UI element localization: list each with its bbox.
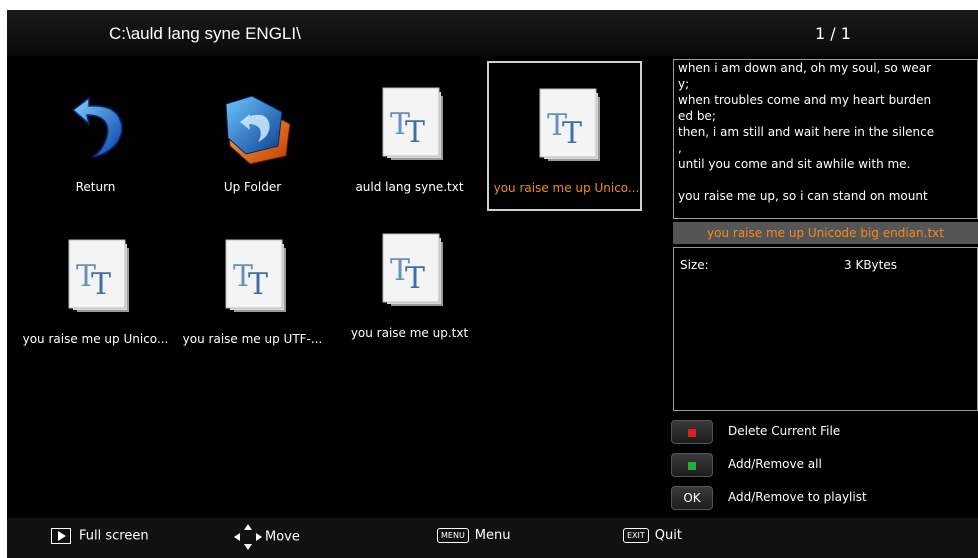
- file-label: you raise me up Unico...: [22, 332, 169, 346]
- size-label: Size:: [680, 258, 709, 272]
- preview-line: when troubles come and my heart burden: [678, 93, 932, 107]
- file-item-you-raise-me-up-unicode-selected[interactable]: T T you raise me up Unico...: [487, 61, 642, 211]
- svg-text:T: T: [405, 261, 425, 296]
- menu-hint[interactable]: MENU Menu: [437, 528, 511, 543]
- dpad-icon: [234, 524, 262, 550]
- move-hint: Move: [231, 522, 300, 552]
- preview-line: then, i am still and wait here in the si…: [678, 125, 935, 139]
- page-indicator: 1 / 1: [815, 24, 851, 43]
- folder-up-icon: [225, 95, 291, 165]
- action-label: Add/Remove to playlist: [728, 490, 867, 504]
- file-label: you raise me up.txt: [350, 326, 469, 340]
- svg-text:T: T: [562, 116, 582, 151]
- move-label: Move: [265, 529, 300, 545]
- red-key-button[interactable]: [671, 420, 713, 444]
- fullscreen-hint[interactable]: Full screen: [51, 528, 149, 544]
- add-remove-all-action[interactable]: Add/Remove all: [671, 451, 971, 479]
- red-dot-icon: [688, 429, 696, 437]
- add-remove-playlist-action[interactable]: OK Add/Remove to playlist: [671, 484, 971, 512]
- file-item-return[interactable]: Return: [18, 62, 173, 212]
- preview-line: you raise me up, so i can stand on mount: [678, 189, 928, 203]
- header-bar: C:\auld lang syne ENGLI\ 1 / 1: [7, 10, 978, 56]
- ok-key-button[interactable]: OK: [671, 486, 713, 510]
- play-icon: [51, 528, 71, 544]
- quit-hint[interactable]: EXIT Quit: [623, 528, 682, 543]
- svg-text:T: T: [405, 115, 425, 150]
- svg-text:T: T: [248, 267, 268, 302]
- file-label: you raise me up UTF-...: [182, 332, 323, 346]
- file-label: Up Folder: [223, 180, 282, 194]
- delete-current-file-action[interactable]: Delete Current File: [671, 418, 971, 446]
- file-item-up-folder[interactable]: Up Folder: [175, 62, 330, 212]
- exit-key-icon: EXIT: [623, 528, 649, 543]
- media-browser-screen: C:\auld lang syne ENGLI\ 1 / 1 Return Up…: [7, 10, 978, 558]
- selected-file-name: you raise me up Unicode big endian.txt: [673, 222, 978, 244]
- preview-line: [674, 172, 977, 188]
- current-path: C:\auld lang syne ENGLI\: [109, 24, 301, 43]
- file-label: you raise me up Unico...: [493, 181, 640, 195]
- text-file-icon: T T: [382, 87, 443, 160]
- file-item-you-raise-me-up-txt[interactable]: T T you raise me up.txt: [332, 208, 487, 358]
- svg-text:T: T: [91, 267, 111, 302]
- green-dot-icon: [688, 462, 696, 470]
- action-label: Delete Current File: [728, 424, 841, 438]
- preview-line: ed be;: [678, 109, 716, 123]
- return-arrow-icon: [71, 96, 123, 158]
- menu-key-icon: MENU: [437, 528, 469, 543]
- preview-line: when i am down and, oh my soul, so wear: [678, 61, 932, 75]
- size-value: 3 KBytes: [844, 258, 897, 272]
- quit-label: Quit: [654, 528, 682, 543]
- file-item-you-raise-me-up-unicode[interactable]: T T you raise me up Unico...: [18, 214, 173, 364]
- preview-line: until you come and sit awhile with me.: [678, 157, 911, 171]
- footer-bar: Full screen Move MENU Menu EXIT Quit: [7, 518, 978, 558]
- fullscreen-label: Full screen: [79, 528, 149, 544]
- action-label: Add/Remove all: [728, 457, 822, 471]
- green-key-button[interactable]: [671, 453, 713, 477]
- text-file-icon: T T: [225, 239, 286, 312]
- preview-line: ,: [678, 141, 682, 155]
- text-file-icon: T T: [539, 88, 600, 161]
- ok-key-label: OK: [683, 491, 701, 505]
- file-label: Return: [75, 180, 116, 194]
- text-preview-pane[interactable]: when i am down and, oh my soul, so wear …: [673, 59, 978, 219]
- file-label: auld lang syne.txt: [355, 180, 464, 194]
- file-info-pane: Size: 3 KBytes: [673, 247, 978, 411]
- file-item-auld-lang-syne[interactable]: T T auld lang syne.txt: [332, 62, 487, 212]
- file-item-you-raise-me-up-utf[interactable]: T T you raise me up UTF-...: [175, 214, 330, 364]
- text-file-icon: T T: [68, 239, 129, 312]
- preview-line: y;: [678, 77, 690, 91]
- menu-label: Menu: [474, 528, 511, 543]
- text-file-icon: T T: [382, 233, 443, 306]
